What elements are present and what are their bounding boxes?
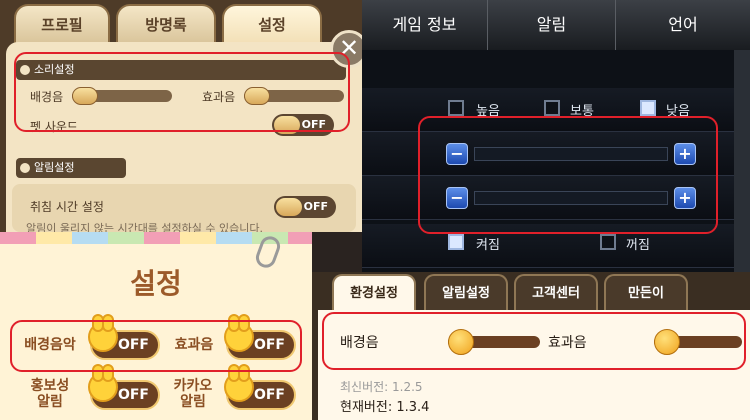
bgm-label: 배경음 [340,335,379,351]
quality-high-label: 높음 [476,104,500,119]
sfx-label: 효과음 [548,335,587,351]
env-body: 배경음 효과음 최신버전: 1.2.5 현재버전: 1.3.4 [318,310,750,420]
power-off-label: 꺼짐 [626,238,650,253]
volume-row-1: − + [362,132,750,176]
bgm-toggle-state: OFF [117,337,149,353]
rabbit-face-icon [88,364,118,402]
panel-game-menu: 게임 정보 알림 언어 높음 보통 낮음 − + − + 켜짐 꺼짐 [362,0,750,272]
bell-icon [20,163,30,173]
power-on-label: 켜짐 [476,238,500,253]
page-title: 설정 [130,267,182,300]
alarm-section-title: 알림설정 [34,161,75,174]
panel-profile-settings: 프로필 방명록 설정 소리설정 배경음 효과음 펫 사운드 OFF 알림설정 취… [0,0,362,232]
quality-low-checkbox[interactable] [640,100,656,116]
toggle-knob [274,116,300,134]
volume-1-bar[interactable] [474,147,668,161]
power-row: 켜짐 꺼짐 [362,224,750,268]
tab-credits[interactable]: 만든이 [604,274,688,312]
minus-icon: − [450,144,464,163]
bgm-off-toggle[interactable]: OFF [88,314,160,360]
minus-icon: − [450,188,464,207]
volume-2-bar[interactable] [474,191,668,205]
settings-body: 소리설정 배경음 효과음 펫 사운드 OFF 알림설정 취침 시간 설정 OFF [6,42,362,232]
sfx-slider[interactable] [244,87,344,105]
sfx-slider-knob[interactable] [654,329,680,355]
tab-alarm-settings[interactable]: 알림설정 [424,274,508,312]
tab-guestbook[interactable]: 방명록 [116,4,216,44]
power-on-checkbox[interactable] [448,234,464,250]
plus-icon: + [678,144,692,163]
tab-environment[interactable]: 환경설정 [332,274,416,312]
volume-2-minus-button[interactable]: − [446,187,468,209]
tab-alarm[interactable]: 알림 [488,0,616,50]
sound-section-title: 소리설정 [34,63,75,76]
bgm-label: 배경음 [30,90,64,104]
bgm-slider[interactable] [448,329,540,355]
rabbit-face-icon [224,314,254,352]
sfx-toggle-state: OFF [253,337,285,353]
quality-medium-label: 보통 [570,104,594,119]
rabbit-face-icon [224,364,254,402]
tab-profile[interactable]: 프로필 [14,4,110,44]
quality-high-checkbox[interactable] [448,100,464,116]
current-version: 현재버전: 1.3.4 [340,400,430,415]
toggle-label-bgm: 배경음악 [24,337,76,353]
sfx-slider[interactable] [654,329,742,355]
sleep-time-toggle[interactable]: OFF [274,196,336,218]
pet-sound-state: OFF [301,118,326,131]
bgm-slider-knob[interactable] [448,329,474,355]
volume-1-minus-button[interactable]: − [446,143,468,165]
panel-cute-settings: 설정 배경음악 OFF 효과음 OFF 홍보성 알림 OFF 카카오 알림 OF… [0,232,312,420]
sfx-off-toggle[interactable]: OFF [224,314,296,360]
sleep-time-label: 취침 시간 설정 [30,200,104,214]
promo-toggle-state: OFF [117,387,149,403]
sleep-time-hint: 알림이 울리지 않는 시간대를 설정하실 수 있습니다. [26,222,263,232]
close-button[interactable]: ✕ [330,30,362,68]
toggle-label-promo: 홍보성 알림 [30,378,70,410]
sfx-label: 효과음 [202,90,236,104]
sound-section-header: 소리설정 [16,60,346,80]
pet-sound-toggle[interactable]: OFF [272,114,334,136]
panel-env-settings: 환경설정 알림설정 고객센터 만든이 배경음 효과음 최신버전: 1.2.5 현… [312,272,750,420]
volume-row-2: − + [362,176,750,220]
plus-icon: + [678,188,692,207]
alarm-section-header: 알림설정 [16,158,126,178]
close-icon: ✕ [338,34,360,62]
bgm-slider[interactable] [72,87,172,105]
sfx-slider-knob[interactable] [244,87,270,105]
quality-low-label: 낮음 [666,104,690,119]
side-frame [734,50,750,272]
tab-settings[interactable]: 설정 [222,4,322,44]
toggle-label-sfx: 효과음 [174,337,214,353]
kakao-off-toggle[interactable]: OFF [224,364,296,410]
speaker-icon [20,65,30,75]
sleep-time-state: OFF [303,200,328,213]
promo-off-toggle[interactable]: OFF [88,364,160,410]
tab-game-info[interactable]: 게임 정보 [362,0,488,50]
bgm-slider-knob[interactable] [72,87,98,105]
power-off-checkbox[interactable] [600,234,616,250]
tab-customer-center[interactable]: 고객센터 [514,274,598,312]
toggle-knob [276,198,302,216]
latest-version: 최신버전: 1.2.5 [340,380,423,394]
rabbit-face-icon [88,314,118,352]
volume-1-plus-button[interactable]: + [674,143,696,165]
tab-language[interactable]: 언어 [616,0,750,50]
volume-2-plus-button[interactable]: + [674,187,696,209]
quality-row: 높음 보통 낮음 [362,88,750,132]
quality-medium-checkbox[interactable] [544,100,560,116]
toggle-label-kakao: 카카오 알림 [173,378,213,410]
tab-bar: 게임 정보 알림 언어 [362,0,750,50]
kakao-toggle-state: OFF [253,387,285,403]
pet-sound-label: 펫 사운드 [30,120,78,134]
